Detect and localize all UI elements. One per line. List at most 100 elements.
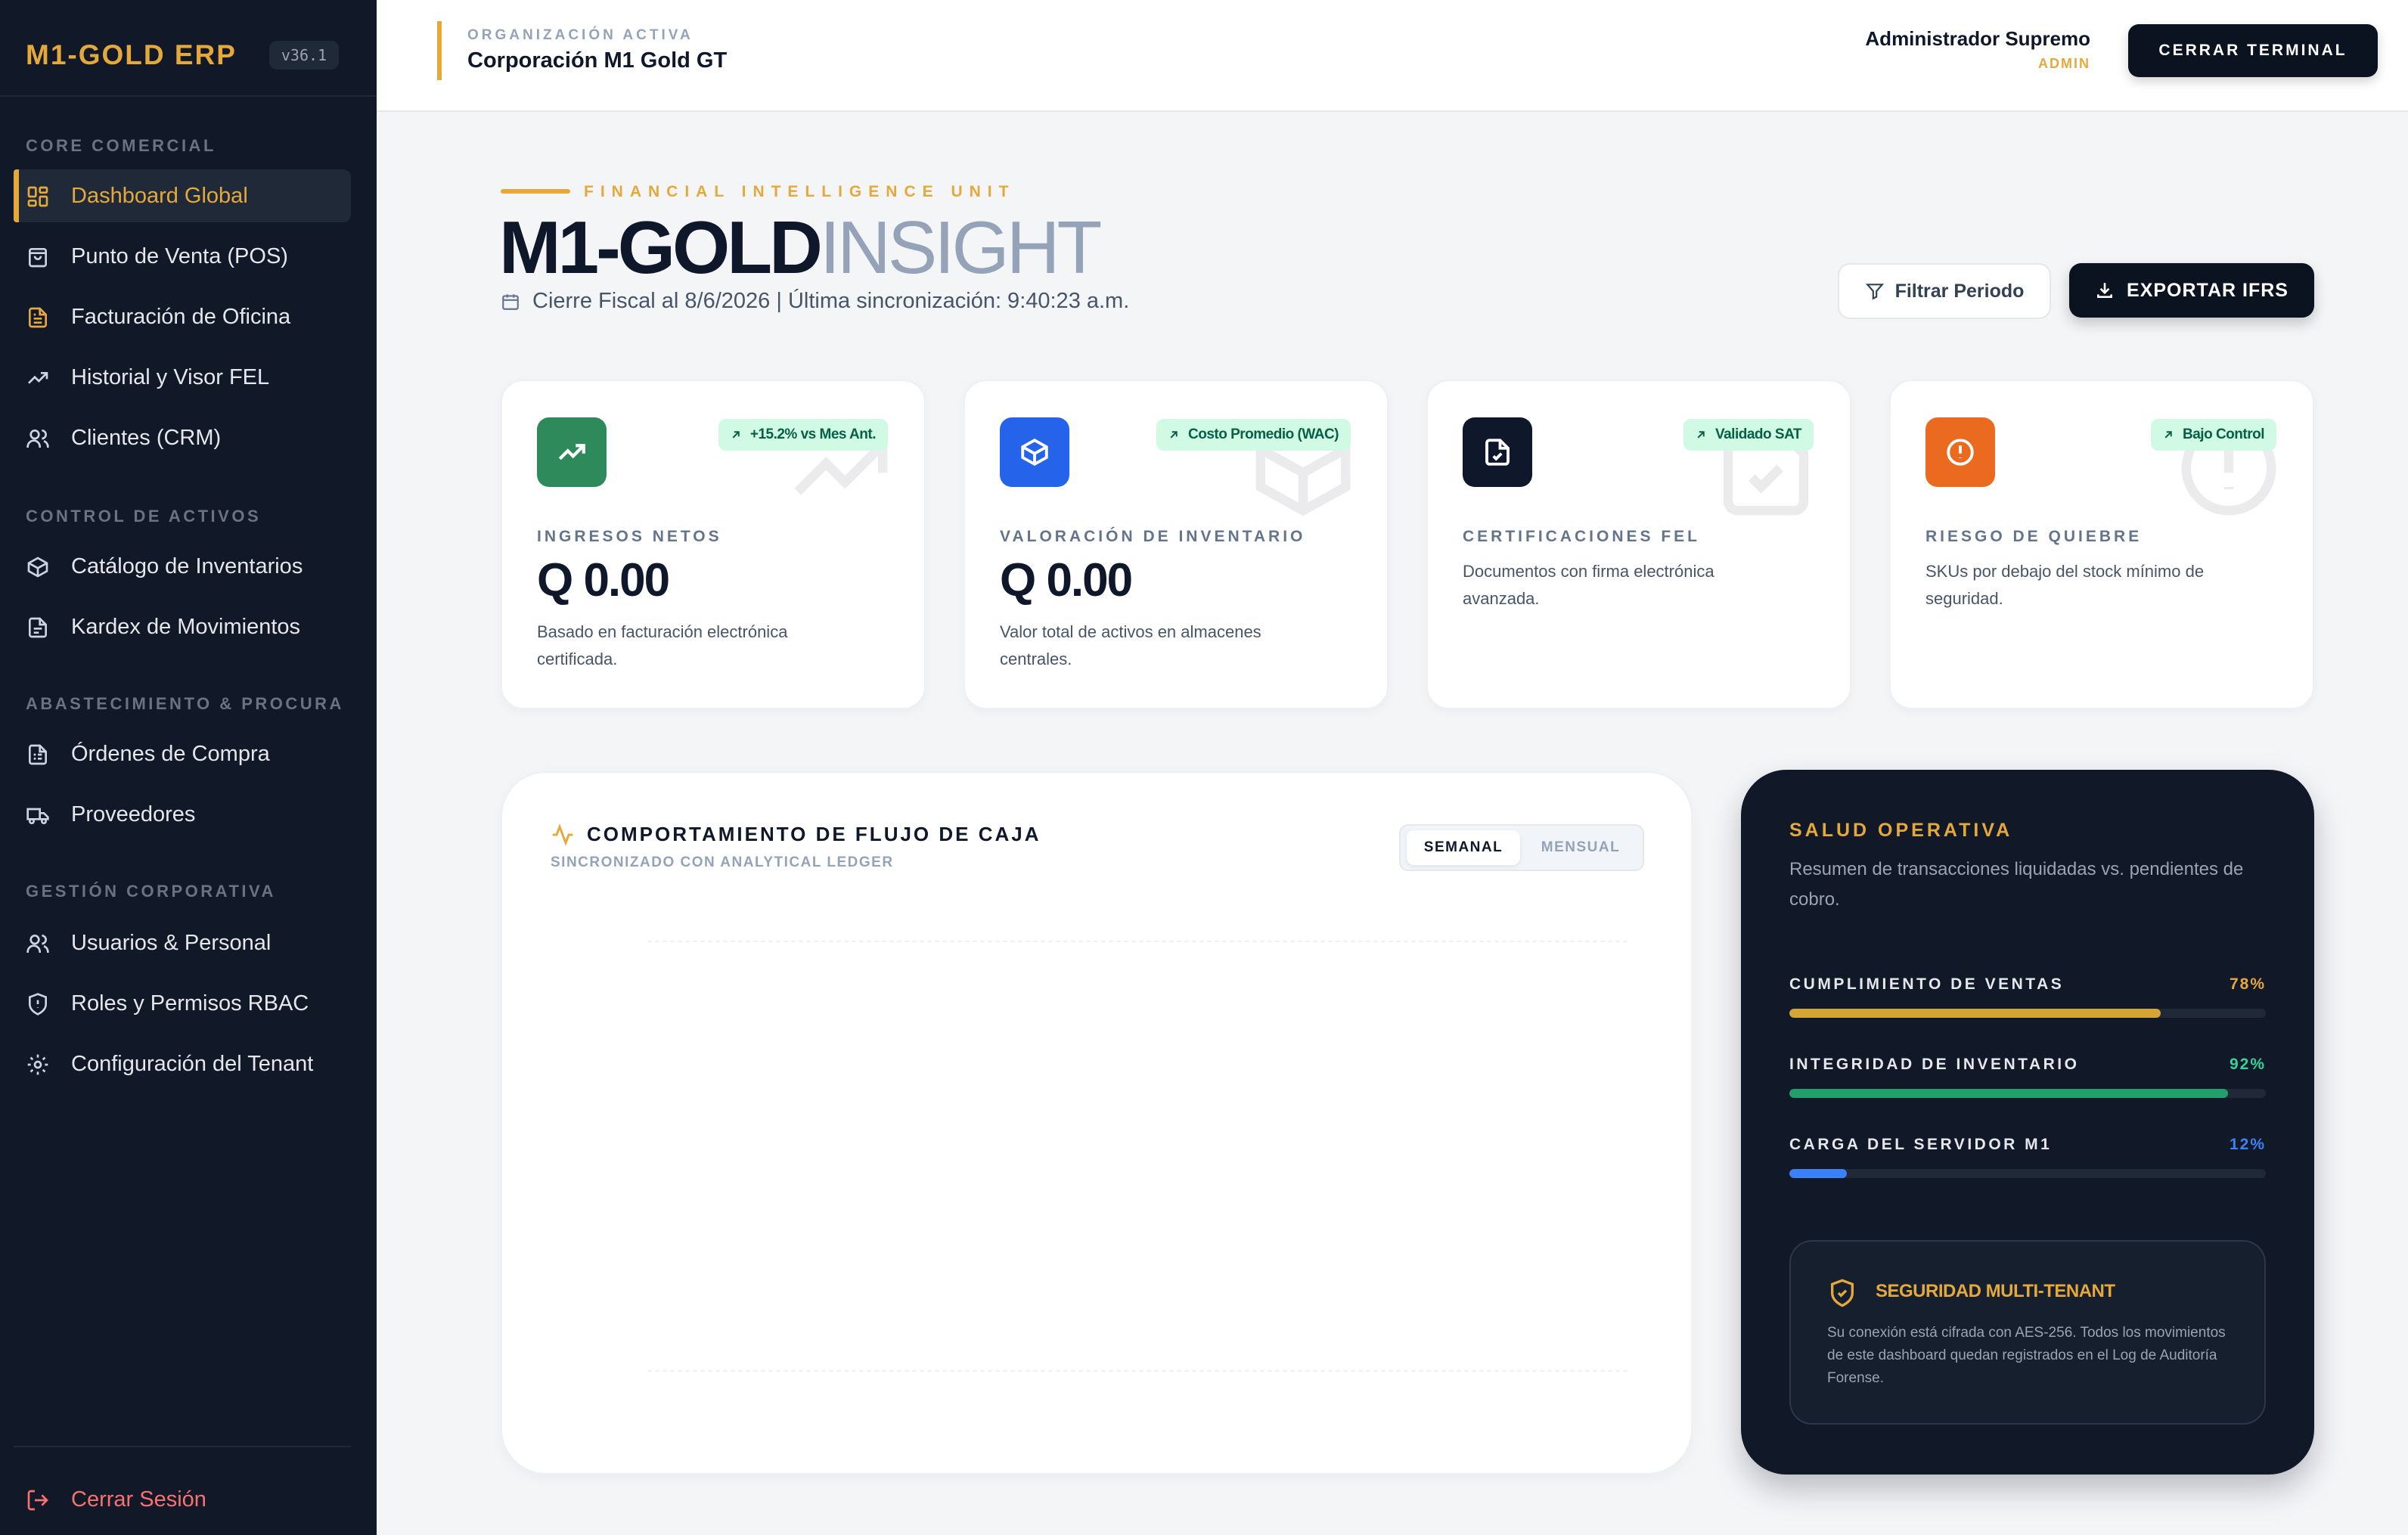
sidebar-item-label: Configuración del Tenant: [71, 1052, 314, 1076]
status-badge: +15.2% vs Mes Ant.: [718, 419, 888, 451]
sidebar-item-purchase-orders[interactable]: Órdenes de Compra: [14, 727, 351, 780]
export-ifrs-label: EXPORTAR IFRS: [2127, 279, 2289, 301]
page-title: M1-GOLDINSIGHT: [499, 206, 1102, 289]
hero-kicker: FINANCIAL INTELLIGENCE UNIT: [584, 183, 1016, 200]
download-icon: [2097, 283, 2112, 298]
kpi-label: RIESGO DE QUIEBRE: [1925, 528, 2143, 545]
revenue-icon-box: [537, 417, 607, 487]
truck-icon: [26, 808, 49, 824]
sidebar-item-dashboard[interactable]: Dashboard Global: [14, 169, 351, 222]
kicker-accent-line: [501, 189, 570, 194]
org-accent-bar: [437, 21, 442, 80]
sidebar-item-label: Historial y Visor FEL: [71, 365, 270, 389]
filter-period-label: Filtrar Periodo: [1894, 280, 2025, 302]
alert-circle-icon: [1947, 439, 1974, 466]
period-toggle: SEMANAL MENSUAL: [1399, 824, 1644, 871]
sidebar-item-rbac[interactable]: Roles y Permisos RBAC: [14, 977, 351, 1030]
cashflow-title: COMPORTAMIENTO DE FLUJO DE CAJA: [587, 823, 1041, 845]
security-title: SEGURIDAD MULTI-TENANT: [1876, 1281, 2115, 1301]
badge-text: +15.2% vs Mes Ant.: [749, 426, 877, 442]
kpi-card-revenue: +15.2% vs Mes Ant. INGRESOS NETOS Q 0.00…: [501, 380, 926, 709]
sidebar-item-label: Proveedores: [71, 802, 196, 826]
kpi-label: INGRESOS NETOS: [537, 528, 722, 545]
sidebar-item-suppliers[interactable]: Proveedores: [14, 788, 351, 841]
fel-icon-box: [1463, 417, 1532, 487]
sidebar-item-label: Facturación de Oficina: [71, 305, 291, 329]
security-text: Su conexión está cifrada con AES-256. To…: [1827, 1325, 2226, 1386]
section-title-corporate: GESTIÓN CORPORATIVA: [26, 882, 276, 901]
arrow-up-right-icon: [2164, 431, 2172, 439]
chart-gridline: [647, 1370, 1628, 1372]
tab-monthly[interactable]: MENSUAL: [1525, 830, 1637, 865]
shield-icon: [29, 993, 47, 1016]
user-name: Administrador Supremo: [1865, 27, 2090, 50]
sidebar-item-billing[interactable]: Facturación de Oficina: [14, 290, 351, 343]
sidebar-item-label: Roles y Permisos RBAC: [71, 991, 309, 1016]
kpi-value: Q 0.00: [537, 554, 670, 606]
user-role: ADMIN: [2038, 56, 2090, 71]
purchase-order-icon: [29, 744, 47, 765]
shield-check-icon: [1831, 1279, 1854, 1307]
metric-percent: 78%: [2229, 975, 2266, 993]
progress-track: [1789, 1169, 2266, 1178]
kpi-description: SKUs por debajo del stock mínimo de segu…: [1925, 562, 2205, 608]
export-ifrs-button[interactable]: EXPORTAR IFRS: [2069, 263, 2314, 318]
ledger-icon: [29, 617, 47, 638]
sidebar: M1-GOLD ERP v36.1 CORE COMERCIAL Dashboa…: [0, 0, 377, 1535]
sidebar-item-label: Catálogo de Inventarios: [71, 554, 303, 578]
filter-period-button[interactable]: Filtrar Periodo: [1838, 263, 2051, 319]
metric-percent: 12%: [2229, 1136, 2266, 1153]
kpi-value: Q 0.00: [1000, 554, 1133, 606]
tab-weekly[interactable]: SEMANAL: [1407, 830, 1520, 865]
status-badge: Costo Promedio (WAC): [1156, 419, 1351, 451]
operational-health-panel: SALUD OPERATIVA Resumen de transacciones…: [1741, 770, 2314, 1475]
kpi-label: CERTIFICACIONES FEL: [1463, 528, 1701, 545]
progress-fill: [1789, 1169, 1847, 1178]
logout-icon: [27, 1490, 48, 1511]
sidebar-item-label: Órdenes de Compra: [71, 742, 270, 766]
progress-track: [1789, 1009, 2266, 1018]
section-title-core: CORE COMERCIAL: [26, 136, 216, 155]
sidebar-item-kardex[interactable]: Kardex de Movimientos: [14, 600, 351, 653]
trending-up-icon: [28, 372, 48, 384]
sidebar-item-tenant-settings[interactable]: Configuración del Tenant: [14, 1037, 351, 1090]
arrow-up-right-icon: [732, 431, 740, 439]
filter-icon: [1865, 284, 1884, 300]
close-terminal-button[interactable]: CERRAR TERMINAL: [2128, 24, 2378, 77]
section-title-procurement: ABASTECIMIENTO & PROCURA: [26, 694, 344, 713]
users-icon: [26, 935, 49, 953]
cashflow-subtitle: SINCRONIZADO CON ANALYTICAL LEDGER: [551, 854, 894, 870]
metric-label: CARGA DEL SERVIDOR M1: [1789, 1136, 2053, 1153]
cashflow-panel: COMPORTAMIENTO DE FLUJO DE CAJA SINCRONI…: [501, 771, 1693, 1475]
kpi-card-inventory: Costo Promedio (WAC) VALORACIÓN DE INVEN…: [964, 380, 1389, 709]
sync-status-text: Cierre Fiscal al 8/6/2026 | Última sincr…: [532, 289, 1130, 313]
org-kicker: ORGANIZACIÓN ACTIVA: [467, 27, 694, 43]
metric-percent: 92%: [2229, 1056, 2266, 1073]
logout-button[interactable]: Cerrar Sesión: [14, 1473, 351, 1526]
sidebar-item-users[interactable]: Usuarios & Personal: [14, 916, 351, 969]
progress-track: [1789, 1089, 2266, 1098]
sidebar-item-fel-history[interactable]: Historial y Visor FEL: [14, 351, 351, 404]
sidebar-item-inventory[interactable]: Catálogo de Inventarios: [14, 540, 351, 593]
health-description: Resumen de transacciones liquidadas vs. …: [1789, 859, 2244, 910]
calendar-icon: [502, 293, 519, 310]
sidebar-item-crm[interactable]: Clientes (CRM): [14, 411, 351, 464]
users-icon: [26, 429, 49, 448]
risk-icon-box: [1925, 417, 1995, 487]
security-notice: SEGURIDAD MULTI-TENANT Su conexión está …: [1789, 1240, 2266, 1425]
trending-up-icon: [558, 444, 585, 460]
top-header: ORGANIZACIÓN ACTIVA Corporación M1 Gold …: [377, 0, 2408, 112]
kpi-description: Valor total de activos en almacenes cent…: [1000, 622, 1261, 668]
badge-text: Costo Promedio (WAC): [1188, 426, 1339, 442]
page-title-bold: M1-GOLD: [499, 206, 823, 289]
sidebar-item-pos[interactable]: Punto de Venta (POS): [14, 230, 351, 283]
health-title: SALUD OPERATIVA: [1789, 820, 2013, 841]
page-subtitle: Cierre Fiscal al 8/6/2026 | Última sincr…: [501, 289, 1129, 314]
progress-fill: [1789, 1089, 2228, 1098]
inventory-icon-box: [1000, 417, 1069, 487]
kpi-label: VALORACIÓN DE INVENTARIO: [1000, 528, 1306, 545]
activity-icon: [552, 823, 573, 846]
box-icon: [1021, 439, 1048, 466]
sidebar-item-label: Dashboard Global: [71, 184, 248, 208]
arrow-up-right-icon: [1170, 431, 1178, 439]
